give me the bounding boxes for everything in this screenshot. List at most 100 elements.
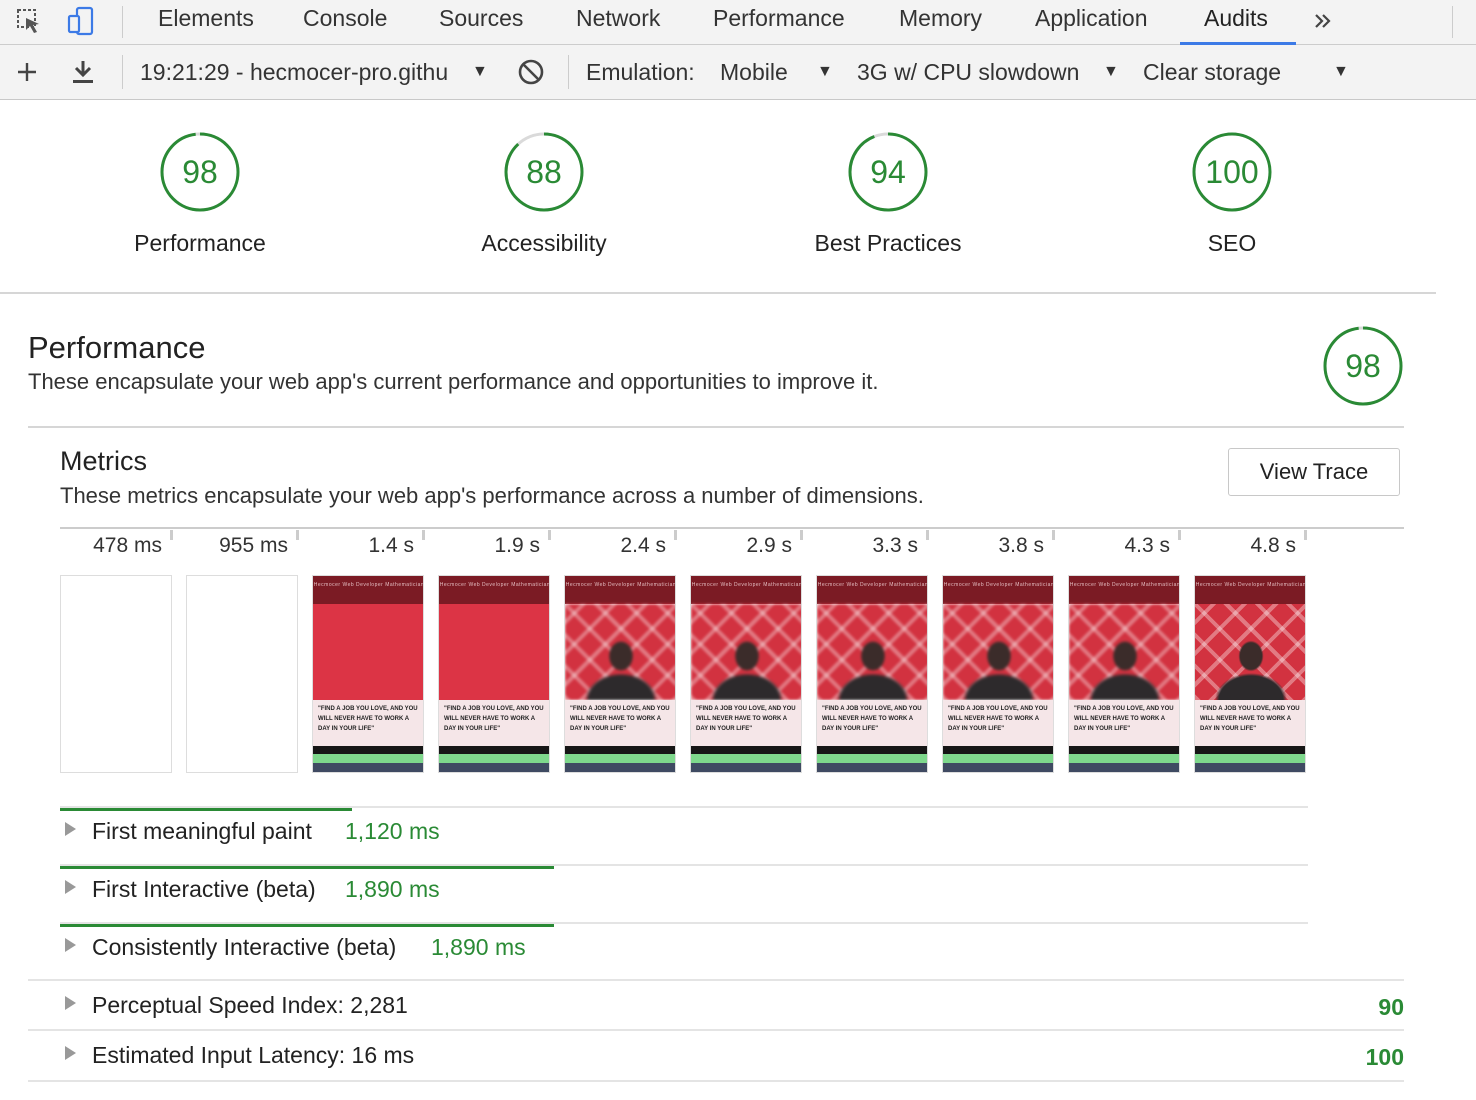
best-practices-score-value: 94: [870, 154, 906, 190]
frame-photo: [943, 604, 1053, 700]
frame-green-band: [817, 754, 927, 763]
metric-perceptual-speed-index-2-281-label[interactable]: Perceptual Speed Index: 2,281: [92, 992, 408, 1019]
frame-background: [439, 604, 549, 700]
frame-navy-band: [943, 763, 1053, 772]
timeline-tick: [422, 530, 425, 540]
frame-dark-band: [565, 746, 675, 754]
expand-triangle-icon[interactable]: [65, 822, 76, 836]
accessibility-score-label[interactable]: Accessibility: [414, 230, 674, 257]
timeline-label: 4.8 s: [1250, 534, 1296, 557]
throttling-select[interactable]: 3G w/ CPU slowdown: [857, 45, 1079, 99]
frame-photo: [1069, 604, 1179, 700]
tab-elements[interactable]: Elements: [158, 0, 254, 44]
expand-triangle-icon[interactable]: [65, 938, 76, 952]
frame-header: Hecmocer Web Developer Mathematician: [1195, 576, 1305, 604]
frame-green-band: [691, 754, 801, 763]
filmstrip-frame: Hecmocer Web Developer Mathematician "FIN…: [312, 575, 424, 773]
metric-first-meaningful-paint-label[interactable]: First meaningful paint: [92, 818, 312, 845]
timeline-axis: [60, 527, 1404, 529]
seo-score-gauge[interactable]: 100: [1192, 132, 1272, 212]
performance-title: Performance: [28, 330, 206, 365]
frame-header: Hecmocer Web Developer Mathematician: [439, 576, 549, 604]
frame-green-band: [565, 754, 675, 763]
tab-network[interactable]: Network: [576, 0, 660, 44]
frame-quote: "FIND A JOB YOU LOVE, AND YOU WILL NEVER…: [691, 700, 801, 746]
tab-application[interactable]: Application: [1035, 0, 1148, 44]
plus-icon[interactable]: [10, 55, 44, 89]
performance-description: These encapsulate your web app's current…: [28, 369, 879, 394]
frame-quote-text: "FIND A JOB YOU LOVE, AND YOU WILL NEVER…: [1200, 706, 1300, 732]
performance-divider: [28, 426, 1404, 428]
inspect-element-icon[interactable]: [12, 4, 46, 38]
timeline-label: 1.4 s: [368, 534, 414, 557]
storage-caret-icon: ▼: [1333, 63, 1349, 80]
tab-audits[interactable]: Audits: [1204, 0, 1268, 44]
frame-navy-band: [1069, 763, 1179, 772]
performance-score-gauge: 98: [1323, 326, 1403, 406]
accessibility-score-gauge[interactable]: 88: [504, 132, 584, 212]
performance-score-label[interactable]: Performance: [70, 230, 330, 257]
filmstrip-frame: Hecmocer Web Developer Mathematician "FIN…: [690, 575, 802, 773]
frame-dark-band: [313, 746, 423, 754]
clear-block-icon[interactable]: [514, 55, 548, 89]
frame-header-text: Hecmocer Web Developer Mathematician: [943, 582, 1054, 588]
filmstrip-frame: [60, 575, 172, 773]
device-toolbar-icon[interactable]: [64, 4, 98, 38]
seo-score-label[interactable]: SEO: [1102, 230, 1362, 257]
storage-select[interactable]: Clear storage: [1143, 45, 1281, 99]
best-practices-score-gauge[interactable]: 94: [848, 132, 928, 212]
metric-estimated-input-latency-16-ms-label[interactable]: Estimated Input Latency: 16 ms: [92, 1042, 414, 1069]
timeline-tick: [1178, 530, 1181, 540]
expand-triangle-icon[interactable]: [65, 1046, 76, 1060]
expand-triangle-icon[interactable]: [65, 996, 76, 1010]
metrics-title: Metrics: [60, 446, 147, 476]
metric-first-interactive-beta-label[interactable]: First Interactive (beta): [92, 876, 316, 903]
frame-background: [313, 604, 423, 700]
best-practices-score-label[interactable]: Best Practices: [758, 230, 1018, 257]
timeline-tick: [674, 530, 677, 540]
tab-memory[interactable]: Memory: [899, 0, 982, 44]
chevron-double-right-icon[interactable]: [1306, 4, 1340, 38]
devtools-tabbar: Elements Console Sources Network Perform…: [0, 0, 1476, 45]
emulation-select[interactable]: Mobile: [720, 45, 788, 99]
metric-consistently-interactive-beta-label[interactable]: Consistently Interactive (beta): [92, 934, 396, 961]
frame-green-band: [1069, 754, 1179, 763]
frame-green-band: [439, 754, 549, 763]
frame-navy-band: [817, 763, 927, 772]
frame-dark-band: [1069, 746, 1179, 754]
report-select[interactable]: 19:21:29 - hecmocer-pro.githu: [140, 45, 448, 99]
expand-triangle-icon[interactable]: [65, 880, 76, 894]
frame-quote: "FIND A JOB YOU LOVE, AND YOU WILL NEVER…: [565, 700, 675, 746]
frame-header: Hecmocer Web Developer Mathematician: [817, 576, 928, 604]
timeline-tick: [296, 530, 299, 540]
frame-navy-band: [313, 763, 423, 772]
frame-photo: [565, 604, 675, 700]
frame-quote: "FIND A JOB YOU LOVE, AND YOU WILL NEVER…: [1069, 700, 1179, 746]
filmstrip-frame: Hecmocer Web Developer Mathematician "FIN…: [816, 575, 928, 773]
performance-score-gauge[interactable]: 98: [160, 132, 240, 212]
metric-divider: [28, 1029, 1404, 1031]
metric-divider: [60, 922, 1308, 924]
frame-dark-band: [439, 746, 549, 754]
frame-quote: "FIND A JOB YOU LOVE, AND YOU WILL NEVER…: [313, 700, 423, 746]
tab-performance[interactable]: Performance: [713, 0, 845, 44]
metric-first-meaningful-paint-value: 1,120 ms: [345, 818, 440, 844]
timeline-label: 2.9 s: [746, 534, 792, 557]
frame-quote-text: "FIND A JOB YOU LOVE, AND YOU WILL NEVER…: [822, 706, 922, 732]
timeline-label: 478 ms: [93, 534, 162, 557]
view-trace-button[interactable]: View Trace: [1228, 448, 1400, 496]
frame-header: Hecmocer Web Developer Mathematician: [565, 576, 675, 604]
tab-sources[interactable]: Sources: [439, 0, 523, 44]
emulation-caret-icon: ▼: [817, 63, 833, 80]
frame-navy-band: [565, 763, 675, 772]
metric-first-interactive-beta-value: 1,890 ms: [345, 876, 440, 902]
frame-quote-text: "FIND A JOB YOU LOVE, AND YOU WILL NEVER…: [444, 706, 544, 732]
frame-green-band: [1195, 754, 1305, 763]
frame-quote-text: "FIND A JOB YOU LOVE, AND YOU WILL NEVER…: [948, 706, 1048, 732]
frame-header-text: Hecmocer Web Developer Mathematician: [817, 582, 928, 588]
filmstrip-frame: Hecmocer Web Developer Mathematician "FIN…: [564, 575, 676, 773]
metrics-description: These metrics encapsulate your web app's…: [60, 483, 924, 508]
timeline-label: 3.3 s: [872, 534, 918, 557]
tab-console[interactable]: Console: [303, 0, 387, 44]
download-icon[interactable]: [66, 55, 100, 89]
